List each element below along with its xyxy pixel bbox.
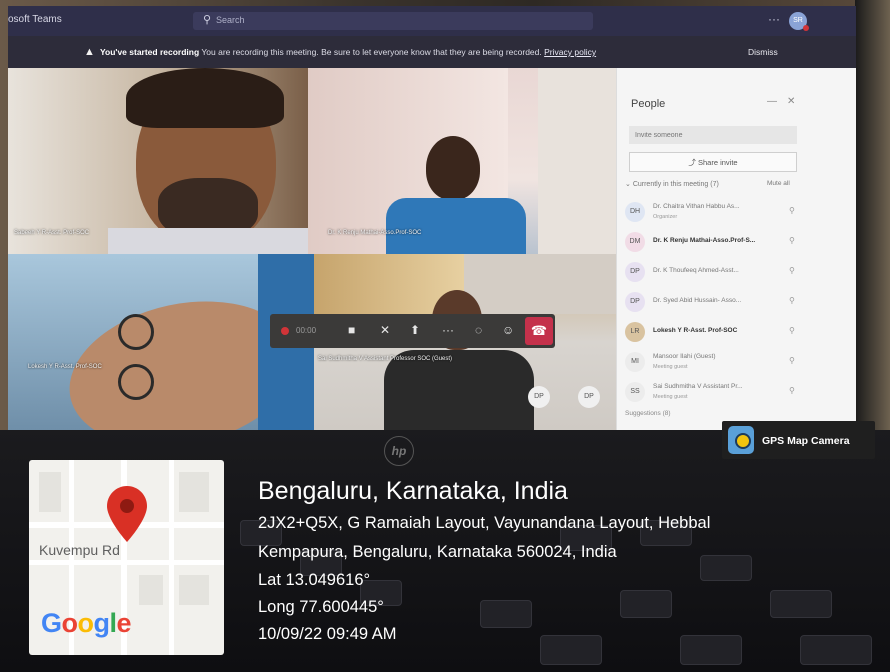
in-meeting-section-header[interactable]: ⌄ Currently in this meeting (7)	[625, 180, 719, 188]
address-line-2: Kempapura, Bengaluru, Karnataka 560024, …	[258, 543, 617, 561]
participant-row[interactable]: DP Dr. Syed Abid Hussain- Asso... ⚲	[625, 290, 803, 316]
participant-name-label: Sai Sudhmitha V Assistant Professor SOC …	[318, 356, 453, 362]
participant-avatar: DP	[625, 262, 645, 282]
mute-all-button[interactable]: Mute all	[767, 180, 790, 187]
more-actions-icon[interactable]: ···	[442, 323, 454, 337]
suggestions-section-header[interactable]: Suggestions (8)	[625, 410, 671, 417]
participant-name: Sai Sudhmitha V Assistant Pr...	[653, 383, 743, 390]
participant-name: Dr. K Thoufeeq Ahmed-Asst...	[653, 267, 739, 274]
participant-row[interactable]: DP Dr. K Thoufeeq Ahmed-Asst... ⚲	[625, 260, 803, 286]
mic-muted-icon: ⚲	[789, 206, 795, 215]
chat-icon[interactable]: ◌	[475, 323, 482, 337]
participant-name-label: Dr. K Renju Mathai-Asso.Prof-SOC	[328, 230, 422, 236]
mic-muted-icon: ⚲	[789, 386, 795, 395]
participant-name: Dr. K Renju Mathai-Asso.Prof-S...	[653, 237, 756, 244]
people-panel-title: People	[631, 98, 666, 110]
longitude-text: Long 77.600445°	[258, 598, 384, 616]
participant-row[interactable]: LR Lokesh Y R-Asst. Prof-SOC ⚲	[625, 320, 803, 346]
gps-camera-app-icon	[728, 426, 754, 454]
warning-icon: ▲	[84, 46, 95, 58]
participant-row[interactable]: MI Mansoor Ilahi (Guest) Meeting guest ⚲	[625, 350, 803, 376]
participant-name: Lokesh Y R-Asst. Prof-SOC	[653, 327, 738, 334]
participant-row[interactable]: SS Sai Sudhmitha V Assistant Pr... Meeting…	[625, 380, 803, 406]
latitude-text: Lat 13.049616°	[258, 571, 371, 589]
close-icon[interactable]: ✕	[787, 96, 795, 107]
participant-role: Meeting guest	[653, 364, 688, 370]
mic-muted-icon: ⚲	[789, 326, 795, 335]
address-line-1: 2JX2+Q5X, G Ramaiah Layout, Vayunandana …	[258, 514, 711, 532]
participant-name: Mansoor Ilahi (Guest)	[653, 353, 716, 360]
privacy-policy-link[interactable]: Privacy policy	[544, 47, 596, 57]
app-name: osoft Teams	[8, 14, 62, 25]
participant-name-label: Lokesh Y R-Asst. Prof-SOC	[28, 364, 102, 370]
camera-off-icon[interactable]: ■	[348, 323, 355, 337]
video-tile[interactable]: Lokesh Y R-Asst. Prof-SOC	[8, 254, 314, 430]
recording-banner: ▲ You've started recording You are recor…	[8, 36, 856, 68]
call-timer: 00:00	[296, 326, 317, 335]
participant-avatar: DH	[625, 202, 645, 222]
mic-muted-icon: ⚲	[789, 266, 795, 275]
video-tile[interactable]: Dr. K Renju Mathai-Asso.Prof-SOC	[308, 68, 616, 254]
participant-name-label: Sabeeh Y R-Asst. Prof-SOC	[14, 230, 90, 236]
map-street-label: Kuvempu Rd	[39, 542, 120, 558]
share-screen-icon[interactable]: ⬆	[410, 323, 420, 337]
participant-avatar: LR	[625, 322, 645, 342]
recording-title: You've started recording	[100, 47, 200, 57]
dismiss-button[interactable]: Dismiss	[748, 47, 778, 57]
video-tile[interactable]: Sabeeh Y R-Asst. Prof-SOC	[8, 68, 308, 254]
participant-avatar: MI	[625, 352, 645, 372]
search-input[interactable]: Search	[216, 15, 245, 25]
search-box[interactable]	[193, 12, 593, 30]
mic-muted-icon: ⚲	[789, 296, 795, 305]
participant-name: Dr. Chaitra Vithan Habbu As...	[653, 203, 740, 210]
participant-role: Organizer	[653, 214, 678, 220]
hp-logo: hp	[384, 436, 414, 466]
more-options-icon[interactable]: ···	[768, 12, 780, 26]
recording-body: You are recording this meeting. Be sure …	[201, 47, 542, 57]
minimize-icon[interactable]: —	[767, 96, 777, 107]
share-invite-label: Share invite	[697, 158, 738, 167]
presence-status-dot	[803, 25, 809, 31]
participant-role: Meeting guest	[653, 394, 688, 400]
google-logo: Google	[41, 608, 132, 638]
call-controls-bar: 00:00 ■ ✕ ⬆ ··· ◌ ☺ ☎	[270, 314, 555, 348]
datetime-text: 10/09/22 09:49 AM	[258, 625, 397, 643]
mic-muted-icon: ⚲	[789, 236, 795, 245]
participant-avatar: DP	[625, 292, 645, 312]
invite-someone-input[interactable]	[629, 126, 797, 144]
mic-muted-icon[interactable]: ✕	[380, 323, 390, 337]
participant-avatar-badge[interactable]: DP	[578, 386, 600, 408]
teams-window: osoft Teams ⚲ Search ··· SR ▲ You've sta…	[8, 6, 856, 430]
map-thumbnail: Kuvempu Rd Google	[29, 460, 224, 655]
search-icon: ⚲	[203, 14, 212, 26]
participant-avatar: DM	[625, 232, 645, 252]
participant-row[interactable]: DH Dr. Chaitra Vithan Habbu As... Organize…	[625, 200, 803, 226]
participant-row[interactable]: DM Dr. K Renju Mathai-Asso.Prof-S... ⚲	[625, 230, 803, 256]
gps-app-label: GPS Map Camera	[762, 435, 850, 447]
title-bar: osoft Teams ⚲ Search ··· SR	[8, 6, 856, 36]
leave-call-button[interactable]: ☎	[525, 317, 553, 345]
map-pin-icon	[107, 486, 147, 542]
participants-icon[interactable]: ☺	[502, 323, 514, 337]
gps-map-camera-badge: GPS Map Camera	[722, 421, 875, 459]
participant-avatar-badge[interactable]: DP	[528, 386, 550, 408]
recording-message: You've started recording You are recordi…	[100, 47, 596, 57]
location-title: Bengaluru, Karnataka, India	[258, 477, 568, 505]
participant-name: Dr. Syed Abid Hussain- Asso...	[653, 297, 742, 304]
mic-muted-icon: ⚲	[789, 356, 795, 365]
participant-avatar: SS	[625, 382, 645, 402]
in-meeting-count: Currently in this meeting (7)	[632, 181, 719, 188]
recording-indicator-icon	[281, 327, 289, 335]
share-invite-button[interactable]: ⤴ Share invite	[629, 152, 797, 172]
people-panel: People — ✕ ⤴ Share invite ⌄ Currently in…	[616, 68, 856, 430]
share-icon: ⤴	[688, 158, 698, 167]
